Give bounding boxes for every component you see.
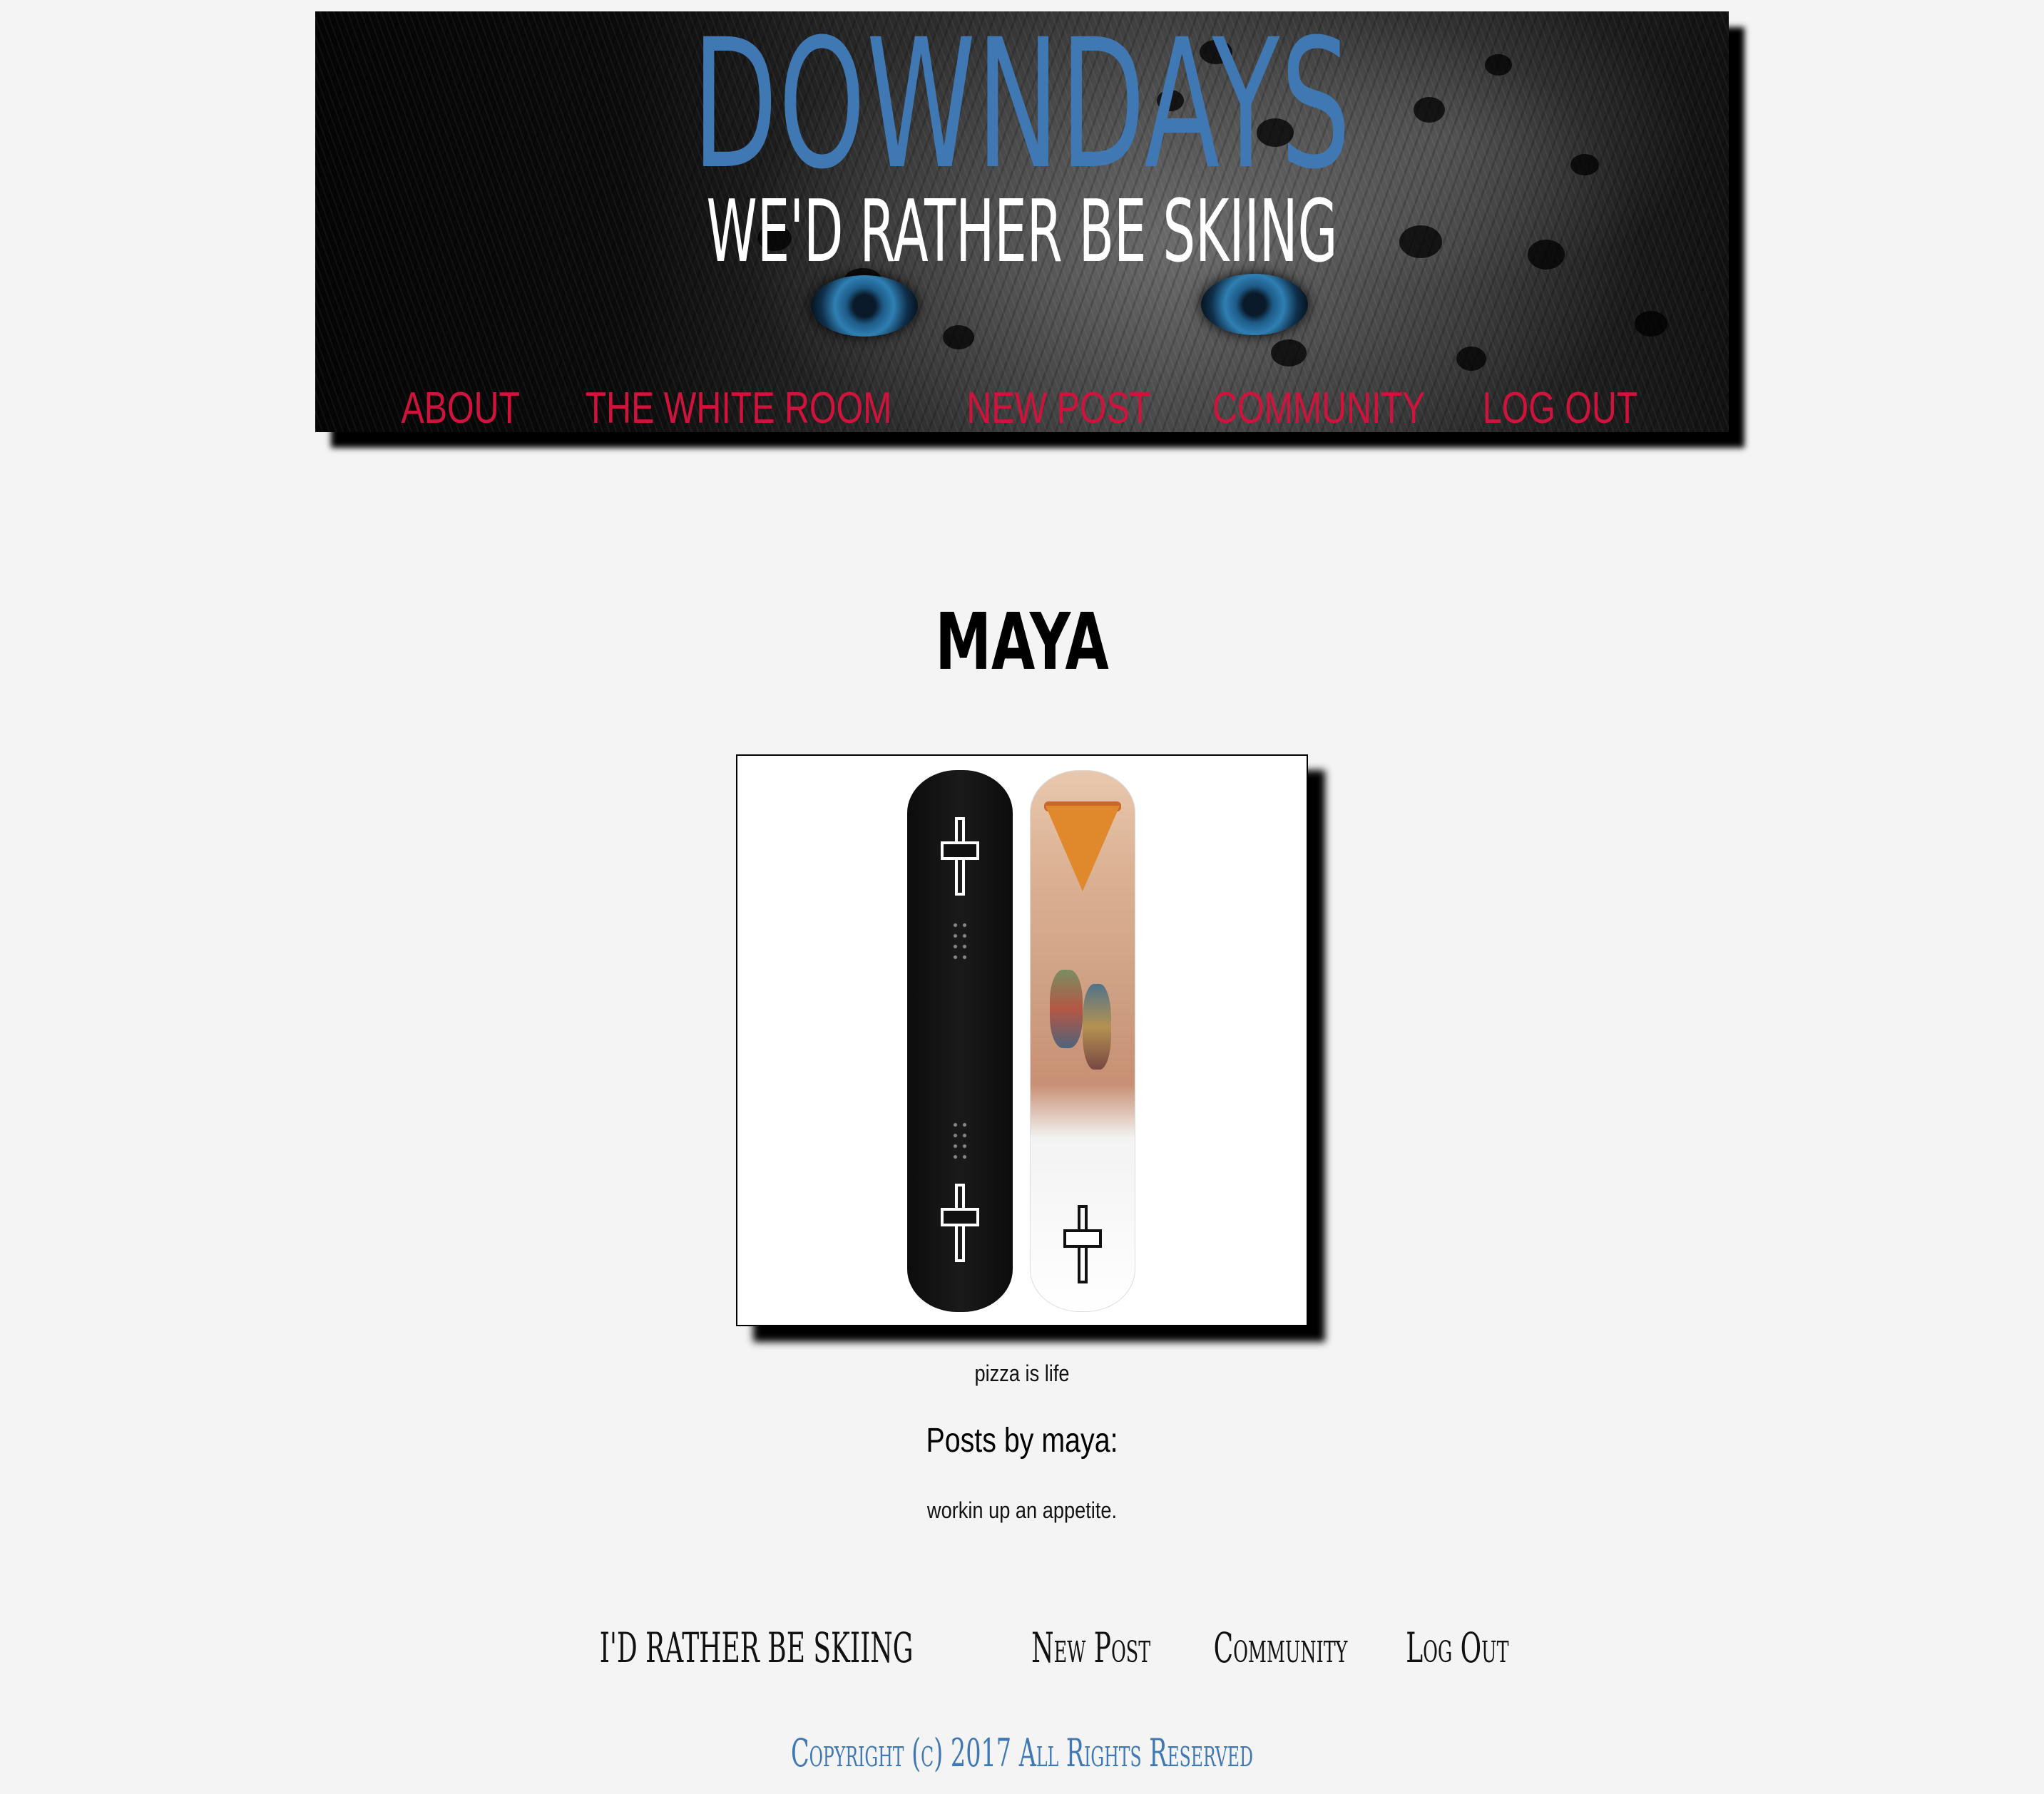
- nav-log-out[interactable]: LOG OUT: [1483, 384, 1638, 432]
- post-link[interactable]: workin up an appetite.: [927, 1497, 1117, 1523]
- header-nav: ABOUT THE WHITE ROOM NEW POST COMMUNITY …: [315, 384, 1729, 432]
- profile-photo: [736, 754, 1308, 1326]
- binding-inserts: [951, 920, 969, 963]
- art-snowboard: [1030, 770, 1135, 1312]
- leg-tattoo: [1050, 970, 1083, 1048]
- leopard-spot: [1528, 240, 1565, 270]
- pizza-snake-logo-icon: [941, 817, 979, 896]
- pizza-snake-logo-icon: [1063, 1205, 1102, 1283]
- binding-inserts: [951, 1119, 969, 1162]
- nav-community[interactable]: COMMUNITY: [1212, 384, 1425, 432]
- footer-nav-new-post[interactable]: New Post: [1031, 1623, 1150, 1673]
- leopard-spot: [1271, 339, 1307, 367]
- footer-nav-community[interactable]: Community: [1214, 1623, 1348, 1673]
- leopard-spot: [1570, 154, 1599, 175]
- leopard-right-eye: [1201, 274, 1308, 335]
- black-snowboard: [907, 770, 1013, 1312]
- leopard-spot: [1635, 311, 1667, 337]
- leopard-left-eye: [811, 275, 918, 337]
- post-list-item: workin up an appetite.: [153, 1496, 1891, 1524]
- leg-tattoo: [1083, 984, 1111, 1070]
- site-tagline: WE'D RATHER BE SKIING: [706, 183, 1338, 282]
- photo-caption: pizza is life: [974, 1360, 1070, 1386]
- posts-heading: Posts by maya:: [926, 1422, 1118, 1460]
- nav-about[interactable]: ABOUT: [401, 384, 520, 432]
- profile-username: maya: [935, 596, 1109, 687]
- site-title[interactable]: DOWNDAYS: [584, 16, 1461, 194]
- copyright-text: Copyright (c) 2017 All Rights Reserved: [791, 1731, 1253, 1775]
- header-banner: DOWNDAYS WE'D RATHER BE SKIING ABOUT THE…: [315, 11, 1729, 432]
- footer-nav-home[interactable]: I'D RATHER BE SKIING: [600, 1623, 914, 1673]
- pizza-snake-logo-icon: [941, 1184, 979, 1262]
- pizza-slice: [1046, 806, 1120, 891]
- leopard-spot: [1456, 347, 1486, 371]
- nav-new-post[interactable]: NEW POST: [967, 384, 1151, 432]
- leopard-spot: [1485, 54, 1512, 76]
- leopard-spot: [943, 325, 974, 349]
- footer-nav: I'D RATHER BE SKIING New Post Community …: [0, 1623, 2044, 1673]
- nav-the-white-room[interactable]: THE WHITE ROOM: [586, 384, 892, 432]
- footer-nav-log-out[interactable]: Log Out: [1406, 1623, 1509, 1673]
